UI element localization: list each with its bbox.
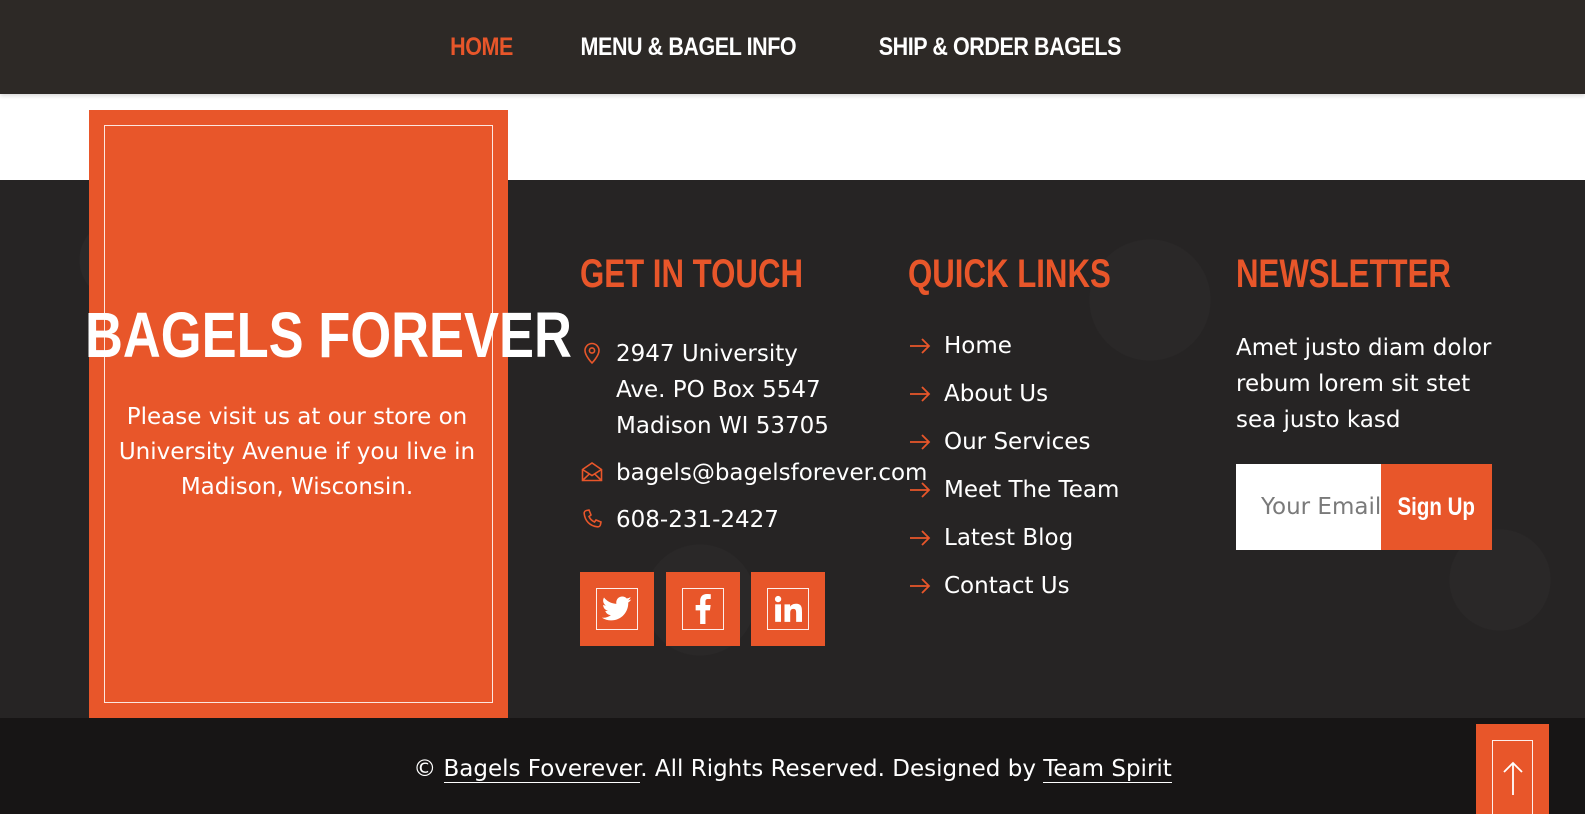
quick-link-label: Home (944, 333, 1012, 359)
facebook-button[interactable] (666, 572, 740, 646)
quick-link-meet-the-team[interactable]: Meet The Team (908, 477, 1119, 503)
newsletter-description: Amet justo diam dolor rebum lorem sit st… (1236, 335, 1492, 433)
linkedin-icon (774, 595, 802, 622)
site-link[interactable]: Bagels Foverever (443, 756, 641, 783)
phone-number[interactable]: 608-231-2427 (616, 502, 779, 538)
nav-link-menu-bagel-info[interactable]: MENU & BAGEL INFO (580, 33, 796, 62)
quick-link-about-us[interactable]: About Us (908, 381, 1048, 407)
newsletter-heading: NEWSLETTER (1236, 252, 1451, 296)
quick-links-heading: QUICK LINKS (908, 252, 1111, 296)
arrow-right-icon (910, 578, 931, 594)
copyright-text: © Bagels Foverever. All Rights Reserved.… (0, 756, 1585, 783)
nav-link-home[interactable]: HOME (450, 33, 513, 62)
arrow-right-icon (910, 530, 931, 546)
quick-link-label: Latest Blog (944, 525, 1074, 551)
nav-link-ship-order-bagels[interactable]: SHIP & ORDER BAGELS (878, 33, 1121, 62)
quick-link-contact-us[interactable]: Contact Us (908, 573, 1070, 599)
designer-link[interactable]: Team Spirit (1043, 756, 1172, 783)
sign-up-button[interactable]: Sign Up (1381, 464, 1492, 550)
rights-text: . All Rights Reserved. Designed by (640, 756, 1044, 782)
get-in-touch-heading: GET IN TOUCH (580, 252, 804, 296)
twitter-icon (602, 596, 632, 621)
twitter-button[interactable] (580, 572, 654, 646)
brand-description: Please visit us at our store on Universi… (118, 404, 476, 500)
quick-link-latest-blog[interactable]: Latest Blog (908, 525, 1073, 551)
newsletter-email-input[interactable] (1236, 464, 1381, 550)
facebook-icon (695, 594, 711, 624)
brand-box: BAGELS FOREVER Please visit us at our st… (85, 110, 572, 718)
back-to-top-button[interactable] (1476, 724, 1549, 814)
contact-email[interactable]: bagels@bagelsforever.com (580, 455, 927, 491)
copyright-symbol: © (413, 756, 437, 782)
arrow-up-icon (1502, 761, 1523, 795)
contact-phone[interactable]: 608-231-2427 (580, 502, 779, 538)
quick-link-label: Contact Us (944, 573, 1070, 599)
email-link[interactable]: bagels@bagelsforever.com (616, 455, 927, 491)
address-line-2: Ave. PO Box 5547 (616, 377, 821, 403)
arrow-right-icon (910, 338, 931, 354)
quick-link-home[interactable]: Home (908, 333, 1012, 359)
quick-link-label: Our Services (944, 429, 1091, 455)
contact-address: 2947 University Ave. PO Box 5547 Madison… (580, 336, 829, 444)
quick-link-label: Meet The Team (944, 477, 1120, 503)
address-line-3: Madison WI 53705 (616, 413, 829, 439)
arrow-right-icon (910, 482, 931, 498)
envelope-icon (581, 462, 603, 482)
quick-link-label: About Us (944, 381, 1049, 407)
brand-title: BAGELS FOREVER (85, 299, 572, 371)
arrow-right-icon (910, 386, 931, 402)
arrow-right-icon (910, 434, 931, 450)
linkedin-button[interactable] (751, 572, 825, 646)
address-line-1: 2947 University (616, 341, 798, 367)
map-pin-icon (584, 342, 600, 365)
phone-icon (583, 509, 602, 528)
top-navbar: HOME MENU & BAGEL INFO SHIP & ORDER BAGE… (0, 0, 1585, 94)
sign-up-label: Sign Up (1397, 492, 1476, 521)
quick-link-our-services[interactable]: Our Services (908, 429, 1090, 455)
